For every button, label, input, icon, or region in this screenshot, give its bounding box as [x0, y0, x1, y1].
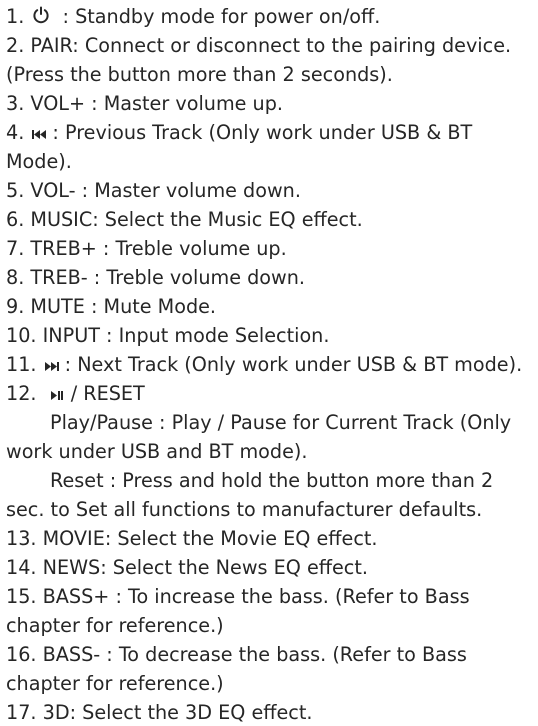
previous-track-icon — [32, 120, 47, 147]
item-10-line: 10. INPUT : Input mode Selection. — [6, 324, 330, 347]
item-3-line: 3. VOL+ : Master volume up. — [6, 92, 283, 115]
item-8-line: 8. TREB- : Treble volume down. — [6, 266, 305, 289]
item-1-line: 1. : Standby mode for power on/off. — [6, 3, 380, 30]
item-2-continuation: (Press the button more than 2 seconds). — [6, 63, 393, 86]
reset-description-continuation: sec. to Set all functions to manufacture… — [6, 498, 483, 521]
item-12-text: / RESET — [64, 382, 145, 405]
item-15-continuation: chapter for reference.) — [6, 614, 224, 637]
item-11-number: 11. — [6, 353, 37, 376]
item-4-number: 4. — [6, 121, 25, 144]
instruction-page: 1. : Standby mode for power on/off. 2. P… — [0, 0, 538, 726]
item-15-line: 15. BASS+ : To increase the bass. (Refer… — [6, 585, 470, 608]
play-pause-icon — [50, 381, 63, 408]
item-9-line: 9. MUTE : Mute Mode. — [6, 295, 217, 318]
item-17-line: 17. 3D: Select the 3D EQ effect. — [6, 701, 313, 724]
power-icon — [32, 4, 50, 31]
item-12-line: 12. / RESET — [6, 380, 145, 407]
item-13-line: 13. MOVIE: Select the Movie EQ effect. — [6, 527, 378, 550]
item-11-text: : Next Track (Only work under USB & BT m… — [64, 353, 523, 376]
item-16-continuation: chapter for reference.) — [6, 672, 224, 695]
reset-description: Reset : Press and hold the button more t… — [50, 469, 494, 492]
play-pause-description: Play/Pause : Play / Pause for Current Tr… — [50, 411, 512, 434]
item-12-number: 12. — [6, 382, 37, 405]
item-5-line: 5. VOL- : Master volume down. — [6, 179, 301, 202]
item-2-line: 2. PAIR: Connect or disconnect to the pa… — [6, 34, 512, 57]
item-11-line: 11. : Next Track (Only work under USB & … — [6, 351, 522, 378]
item-4-continuation: Mode). — [6, 150, 72, 173]
item-16-line: 16. BASS- : To decrease the bass. (Refer… — [6, 643, 467, 666]
item-4-line: 4. : Previous Track (Only work under USB… — [6, 119, 472, 146]
item-14-line: 14. NEWS: Select the News EQ effect. — [6, 556, 368, 579]
item-4-text: : Previous Track (Only work under USB & … — [52, 121, 473, 144]
next-track-icon — [44, 352, 59, 379]
item-7-line: 7. TREB+ : Treble volume up. — [6, 237, 287, 260]
item-1-text: : Standby mode for power on/off. — [56, 5, 381, 28]
item-1-number: 1. — [6, 5, 25, 28]
play-pause-description-continuation: work under USB and BT mode). — [6, 440, 308, 463]
item-6-line: 6. MUSIC: Select the Music EQ effect. — [6, 208, 363, 231]
